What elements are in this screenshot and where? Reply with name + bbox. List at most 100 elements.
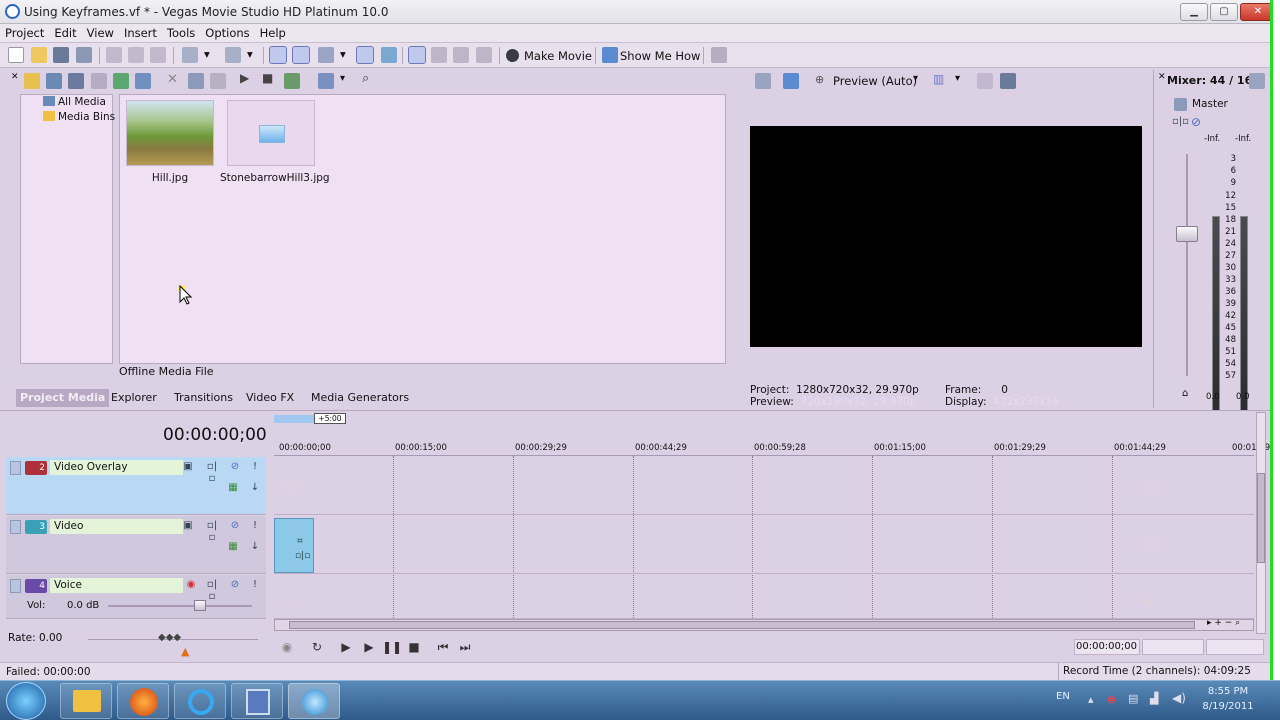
master-fader-lock-icon[interactable]: ⌂ [1182,388,1188,399]
track-solo-icon[interactable]: ! [249,461,261,473]
menu-options[interactable]: Options [200,24,254,42]
save-as-icon[interactable] [76,47,92,63]
time-ruler[interactable]: 00:00:00;00 00:00:15;00 00:00:29;29 00:0… [274,440,1270,456]
track-composite-down-icon[interactable]: ↓ [249,482,261,494]
taskbar-explorer-icon[interactable] [60,683,112,719]
make-movie-button[interactable]: Make Movie [524,49,592,63]
taskbar-vegas-icon[interactable] [288,683,340,719]
views-icon[interactable] [318,73,334,89]
track-compositing-icon[interactable]: ▦ [227,541,239,553]
track-handle-icon[interactable] [10,579,21,593]
capture-video-icon[interactable] [46,73,62,89]
preview-quality-dropdown[interactable]: Preview (Auto) [833,74,917,88]
track-composite-down-icon[interactable]: ↓ [249,541,261,553]
delete-icon[interactable]: ✕ [167,72,178,87]
clock-date[interactable]: 8/19/2011 [1200,701,1256,712]
media-thumb-stonebarrow[interactable] [227,100,315,166]
language-indicator[interactable]: EN [1056,691,1070,702]
tree-item-all-media[interactable]: All Media [43,96,106,108]
menu-insert[interactable]: Insert [119,24,162,42]
volume-slider-track[interactable] [108,605,252,607]
tab-transitions[interactable]: Transitions [174,391,233,404]
normal-edit-tool-icon[interactable] [269,46,287,64]
track-mute-icon[interactable]: ⊘ [229,461,241,473]
panel-close-icon[interactable]: ✕ [11,72,19,82]
taskbar-ie-icon[interactable] [174,683,226,719]
menu-help[interactable]: Help [255,24,291,42]
zoom-tool-icon[interactable] [453,47,469,63]
tray-arrow-icon[interactable]: ▴ [1088,693,1094,706]
preview-properties-icon[interactable] [755,73,771,89]
tray-alert-icon[interactable]: ⊗ [1107,693,1116,706]
maximize-button[interactable]: ▢ [1210,3,1238,21]
menu-project[interactable]: Project [0,24,49,42]
tab-explorer[interactable]: Explorer [111,391,157,404]
track-handle-icon[interactable] [10,520,21,534]
clock-time[interactable]: 8:55 PM [1203,686,1253,697]
volume-slider-handle[interactable] [194,600,206,611]
auto-preview-icon[interactable] [284,73,300,89]
properties-icon[interactable] [188,73,204,89]
horizontal-scroll-thumb[interactable] [289,621,1195,629]
track-name-field[interactable]: Voice [50,578,183,593]
track-fx-icon[interactable]: ▫|▫ [206,520,218,543]
play-from-start-icon[interactable]: ▶ [337,638,355,656]
play-media-icon[interactable]: ▶ [240,71,249,85]
track-name-field[interactable]: Video Overlay [50,460,183,475]
overlays-icon[interactable]: ▥ [933,72,944,86]
menu-edit[interactable]: Edit [49,24,81,42]
record-icon[interactable]: ◉ [278,638,296,656]
tab-media-generators[interactable]: Media Generators [311,391,409,404]
taskbar-firefox-icon[interactable] [117,683,169,719]
stop-media-icon[interactable]: ■ [262,71,273,85]
loop-playback-icon[interactable]: ↻ [308,638,326,656]
tray-device-icon[interactable]: ▤ [1128,692,1138,705]
tray-volume-icon[interactable]: ◀) [1172,691,1186,705]
tree-item-media-bins[interactable]: Media Bins [43,111,115,123]
tab-project-media[interactable]: Project Media [16,389,110,407]
undo-icon[interactable] [182,47,198,63]
track-header-video-overlay[interactable]: 2 Video Overlay ▣ ▫|▫ ⊘ ! ▦ ↓ [6,457,266,515]
track-fx-icon[interactable]: ▫|▫ [206,579,218,602]
save-snapshot-icon[interactable] [1000,73,1016,89]
edit-tool-icon[interactable] [431,47,447,63]
track-mute-icon[interactable]: ⊘ [229,520,241,532]
lock-envelopes-icon[interactable] [381,47,397,63]
snap-dropdown-icon[interactable]: ▾ [340,47,346,61]
arm-record-icon[interactable]: ◉ [185,579,197,591]
import-media-icon[interactable] [24,73,40,89]
track-solo-icon[interactable]: ! [249,579,261,591]
timeline-horizontal-scrollbar[interactable]: ▸ + − ⌕ [274,618,1254,631]
preview-quality-icon[interactable]: ⊕ [815,73,824,86]
track-lane-video[interactable] [274,516,1254,574]
tray-network-icon[interactable]: ▟ [1150,692,1158,705]
preview-quality-arrow-icon[interactable]: ▾ [913,73,918,84]
whats-this-help-icon[interactable] [711,47,727,63]
copy-icon[interactable] [128,47,144,63]
minimize-button[interactable]: ▁ [1180,3,1208,21]
tab-video-fx[interactable]: Video FX [246,391,294,404]
views-dropdown-icon[interactable]: ▾ [340,73,345,84]
master-fader-handle[interactable] [1176,226,1198,242]
track-compositing-icon[interactable]: ▦ [227,482,239,494]
media-thumb-hill[interactable] [126,100,214,166]
track-handle-icon[interactable] [10,461,21,475]
undo-dropdown-icon[interactable]: ▾ [204,47,210,61]
track-solo-icon[interactable]: ! [249,520,261,532]
track-fx-icon[interactable]: ▫|▫ [206,461,218,484]
arrange-icon[interactable] [210,73,226,89]
track-motion-icon[interactable]: ▣ [182,461,194,473]
taskbar-media-icon[interactable] [231,683,283,719]
master-mute-icon[interactable]: ⊘ [1191,115,1201,129]
paste-icon[interactable] [150,47,166,63]
loop-region-bar[interactable] [274,415,314,423]
vegas-app-icon[interactable] [5,4,20,19]
track-mute-icon[interactable]: ⊘ [229,579,241,591]
make-movie-icon[interactable] [506,49,519,62]
show-me-how-button[interactable]: Show Me How [620,49,700,63]
track-motion-icon[interactable]: ▣ [182,520,194,532]
go-to-end-icon[interactable]: ⏭ [456,638,474,656]
remove-unused-icon[interactable] [91,73,107,89]
new-project-icon[interactable] [8,47,24,63]
copy-snapshot-icon[interactable] [977,73,993,89]
